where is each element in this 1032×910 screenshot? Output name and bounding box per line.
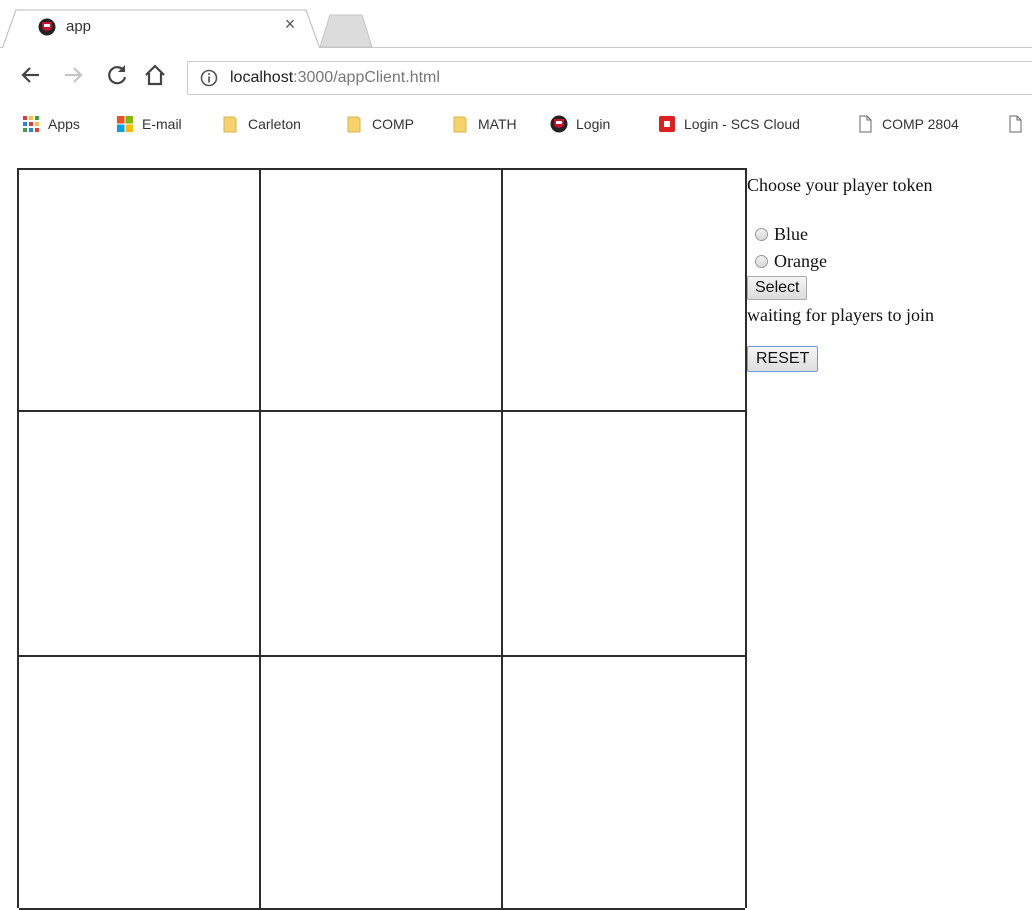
board-cell[interactable] [19, 412, 261, 657]
board-cell[interactable] [503, 412, 745, 657]
folder-icon [223, 116, 237, 133]
bookmark-login-scs-cloud[interactable]: Login - SCS Cloud [658, 114, 800, 134]
tab-strip: app × [0, 0, 1032, 49]
bookmark-comp[interactable]: COMP [346, 114, 414, 134]
select-button[interactable]: Select [747, 276, 808, 300]
radio-option-blue[interactable]: Blue [747, 220, 1032, 249]
forward-arrow-icon[interactable] [60, 62, 86, 88]
reset-button[interactable]: RESET [747, 346, 819, 372]
new-tab-button[interactable] [318, 14, 374, 48]
token-prompt: Choose your player token [747, 175, 933, 195]
bookmark-apps[interactable]: Apps [22, 114, 80, 134]
board-cell[interactable] [19, 657, 261, 910]
orange-radio[interactable] [755, 255, 768, 268]
address-bar[interactable]: localhost:3000/appClient.html [187, 61, 1032, 95]
close-icon[interactable]: × [280, 14, 300, 34]
info-icon[interactable] [200, 69, 218, 87]
bookmarks-bar: Apps E-mail Carleton COMP MATH Login Log… [0, 104, 1032, 142]
browser-tab[interactable]: app × [1, 8, 321, 49]
radio-label: Blue [774, 224, 808, 244]
bookmark-label: Login [576, 116, 611, 132]
bookmark-label: COMP [372, 116, 414, 132]
bookmark-login[interactable]: Login [550, 114, 610, 134]
bookmark-label: Login - SCS Cloud [684, 116, 800, 132]
page-icon [859, 115, 872, 133]
home-icon[interactable] [142, 62, 168, 88]
folder-icon [453, 116, 467, 133]
back-arrow-icon[interactable] [18, 62, 44, 88]
bookmark-label: Apps [48, 116, 80, 132]
radio-option-orange[interactable]: Orange [747, 247, 1032, 276]
url-host: localhost [230, 69, 294, 86]
player-panel: Choose your player token Blue Orange Sel… [747, 172, 1032, 372]
radio-label: Orange [774, 251, 827, 271]
blue-radio[interactable] [755, 228, 768, 241]
url-text[interactable]: localhost:3000/appClient.html [230, 69, 440, 87]
bookmark-email[interactable]: E-mail [116, 114, 182, 134]
bookmark-label: Carleton [248, 116, 301, 132]
url-path: :3000/appClient.html [293, 69, 440, 86]
bookmark-label: COMP 2804 [882, 116, 959, 132]
bookmark-comp-2804[interactable]: COMP 2804 [856, 114, 959, 134]
board-cell[interactable] [19, 170, 261, 412]
game-board [17, 168, 747, 910]
bookmark-math[interactable]: MATH [452, 114, 517, 134]
board-cell[interactable] [261, 657, 503, 910]
windows-logo-icon [117, 116, 133, 132]
bookmark-label: MATH [478, 116, 517, 132]
board-cell[interactable] [503, 170, 745, 412]
bookmark-label: E-mail [142, 116, 182, 132]
bookmark-more[interactable] [1006, 114, 1032, 134]
status-text: waiting for players to join [747, 305, 934, 325]
shield-crest-icon [550, 115, 568, 133]
board-cell[interactable] [261, 170, 503, 412]
red-app-icon [659, 116, 675, 132]
folder-icon [347, 116, 361, 133]
tab-title: app [66, 18, 92, 35]
bookmark-carleton[interactable]: Carleton [222, 114, 301, 134]
board-cell[interactable] [503, 657, 745, 910]
page-icon [1009, 115, 1022, 133]
reload-icon[interactable] [104, 62, 130, 88]
board-cell[interactable] [261, 412, 503, 657]
apps-grid-icon [23, 116, 39, 132]
shield-crest-icon [38, 18, 56, 36]
